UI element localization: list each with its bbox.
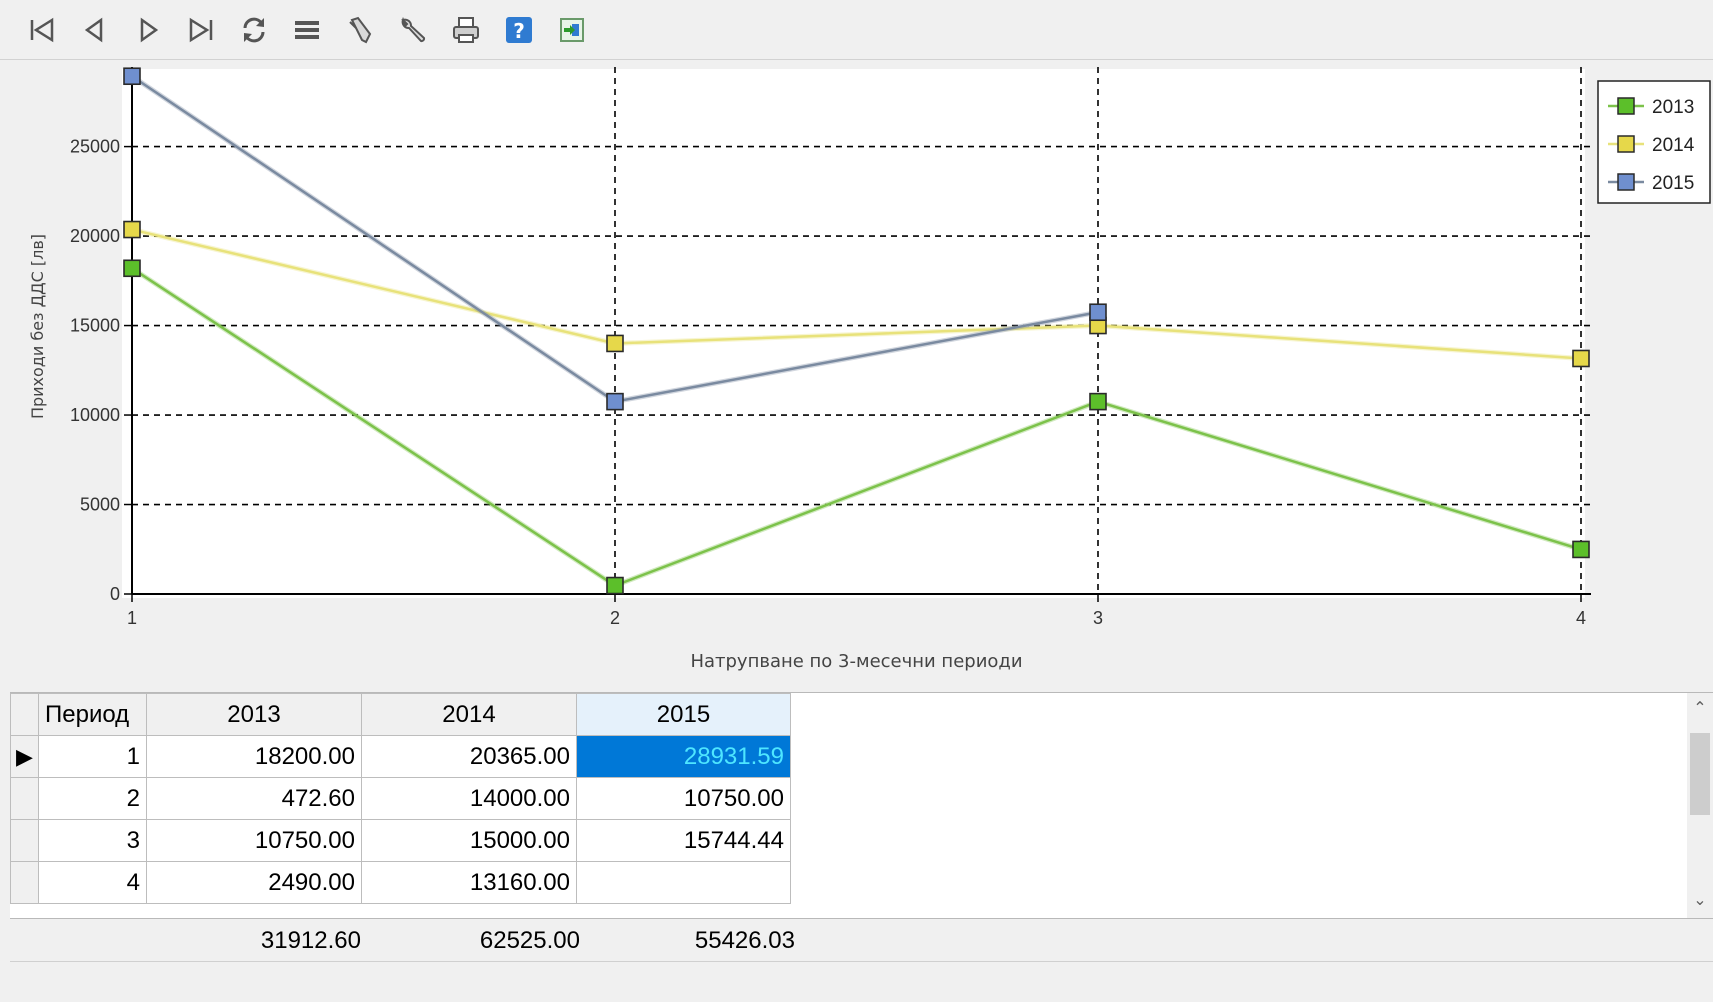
cell-2013[interactable]: 10750.00 <box>146 819 362 862</box>
column-header-2015[interactable]: 2015 <box>576 693 791 736</box>
data-point-2014 <box>606 334 624 353</box>
cell-2015[interactable]: 10750.00 <box>576 777 791 820</box>
next-record-icon <box>140 17 159 42</box>
cell-period[interactable]: 1 <box>38 735 147 778</box>
cell-period[interactable]: 4 <box>38 861 147 904</box>
grid-header-row: Период 2013 2014 2015 <box>10 693 791 736</box>
vertical-scrollbar[interactable]: ⌃ ⌄ <box>1687 693 1713 919</box>
settings-button[interactable] <box>393 10 433 50</box>
data-point-2013 <box>1089 392 1107 411</box>
scrollbar-thumb[interactable] <box>1690 733 1710 815</box>
row-indicator-header <box>10 693 39 736</box>
legend-marker-2014 <box>1617 135 1635 153</box>
data-point-2013 <box>606 576 624 595</box>
data-point-2014 <box>1572 349 1590 368</box>
cell-2014[interactable]: 15000.00 <box>361 819 577 862</box>
refresh-button[interactable] <box>234 10 274 50</box>
y-tick-label: 15000 <box>70 316 120 336</box>
x-tick-label: 3 <box>1093 608 1103 628</box>
cell-2015[interactable] <box>576 861 791 904</box>
data-point-2013 <box>1572 540 1590 559</box>
help-button[interactable]: ? <box>499 10 539 50</box>
data-point-2013 <box>123 259 141 278</box>
column-header-period[interactable]: Период <box>38 693 147 736</box>
wrench-icon <box>401 16 426 42</box>
column-header-2013[interactable]: 2013 <box>146 693 362 736</box>
exit-icon <box>560 17 584 42</box>
current-row-indicator-icon: ▶ <box>10 735 39 778</box>
revenue-line-chart: 0 5000 10000 15000 20000 25000 1 2 3 4 Натрупване … <box>28 67 1711 672</box>
chart-panel: 0 5000 10000 15000 20000 25000 1 2 3 4 Натрупване … <box>0 61 1713 691</box>
legend-marker-2013 <box>1617 97 1635 115</box>
last-record-button[interactable] <box>181 10 221 50</box>
scroll-up-icon[interactable]: ⌃ <box>1687 695 1713 721</box>
cell-2014[interactable]: 14000.00 <box>361 777 577 820</box>
y-tick-label: 20000 <box>70 226 120 246</box>
x-tick-label: 1 <box>127 608 137 628</box>
x-axis-label: Натрупване по 3-месечни периоди <box>690 651 1022 672</box>
column-header-2014[interactable]: 2014 <box>361 693 577 736</box>
data-grid-panel: Период 2013 2014 2015 ▶ 1 18200.00 20365… <box>10 692 1713 919</box>
cell-2015-selected[interactable]: 28931.59 <box>576 735 791 778</box>
row-indicator <box>10 861 39 904</box>
table-row[interactable]: 4 2490.00 13160.00 <box>10 861 791 904</box>
total-2014: 62525.00 <box>479 927 580 954</box>
total-2013: 31912.60 <box>260 927 361 954</box>
last-record-icon <box>189 17 213 42</box>
cell-period[interactable]: 3 <box>38 819 147 862</box>
list-button[interactable] <box>287 10 327 50</box>
y-tick-label: 5000 <box>80 495 120 515</box>
row-indicator <box>10 777 39 820</box>
legend-label-2014: 2014 <box>1652 135 1695 156</box>
totals-row: 31912.60 62525.00 55426.03 <box>10 918 1713 962</box>
print-icon <box>453 16 479 43</box>
table-row[interactable]: 2 472.60 14000.00 10750.00 <box>10 777 791 820</box>
previous-record-icon <box>84 17 103 42</box>
data-point-2015 <box>1089 303 1107 322</box>
first-record-button[interactable] <box>22 10 62 50</box>
y-tick-label: 0 <box>110 584 120 604</box>
next-record-button[interactable] <box>128 10 168 50</box>
cell-2013[interactable]: 472.60 <box>146 777 362 820</box>
first-record-icon <box>30 17 54 42</box>
cell-2014[interactable]: 20365.00 <box>361 735 577 778</box>
pen-icon <box>349 16 372 43</box>
x-tick-label: 4 <box>1576 608 1586 628</box>
data-point-2014 <box>123 220 141 239</box>
y-tick-label: 25000 <box>70 137 120 157</box>
help-icon: ? <box>506 16 532 43</box>
cell-2015[interactable]: 15744.44 <box>576 819 791 862</box>
x-tick-label: 2 <box>610 608 620 628</box>
legend-label-2015: 2015 <box>1652 173 1694 194</box>
cell-period[interactable]: 2 <box>38 777 147 820</box>
y-tick-label: 10000 <box>70 405 120 425</box>
toolbar: ? <box>0 0 1713 60</box>
table-row[interactable]: 3 10750.00 15000.00 15744.44 <box>10 819 791 862</box>
data-point-2015 <box>123 67 141 86</box>
cell-2013[interactable]: 18200.00 <box>146 735 362 778</box>
data-point-2015 <box>606 392 624 411</box>
edit-button[interactable] <box>340 10 380 50</box>
cell-2013[interactable]: 2490.00 <box>146 861 362 904</box>
table-row[interactable]: ▶ 1 18200.00 20365.00 28931.59 <box>10 735 791 778</box>
exit-button[interactable] <box>552 10 592 50</box>
y-axis-label: Приходи без ДДС [лв] <box>28 234 47 419</box>
scroll-down-icon[interactable]: ⌄ <box>1687 887 1713 913</box>
total-2015: 55426.03 <box>694 927 795 954</box>
legend-label-2013: 2013 <box>1652 97 1694 118</box>
previous-record-button[interactable] <box>75 10 115 50</box>
print-button[interactable] <box>446 10 486 50</box>
cell-2014[interactable]: 13160.00 <box>361 861 577 904</box>
data-grid: Период 2013 2014 2015 ▶ 1 18200.00 20365… <box>10 693 791 904</box>
svg-text:?: ? <box>513 19 525 43</box>
legend-marker-2015 <box>1617 173 1635 191</box>
row-indicator <box>10 819 39 862</box>
refresh-icon <box>243 17 265 42</box>
list-icon <box>295 20 319 39</box>
